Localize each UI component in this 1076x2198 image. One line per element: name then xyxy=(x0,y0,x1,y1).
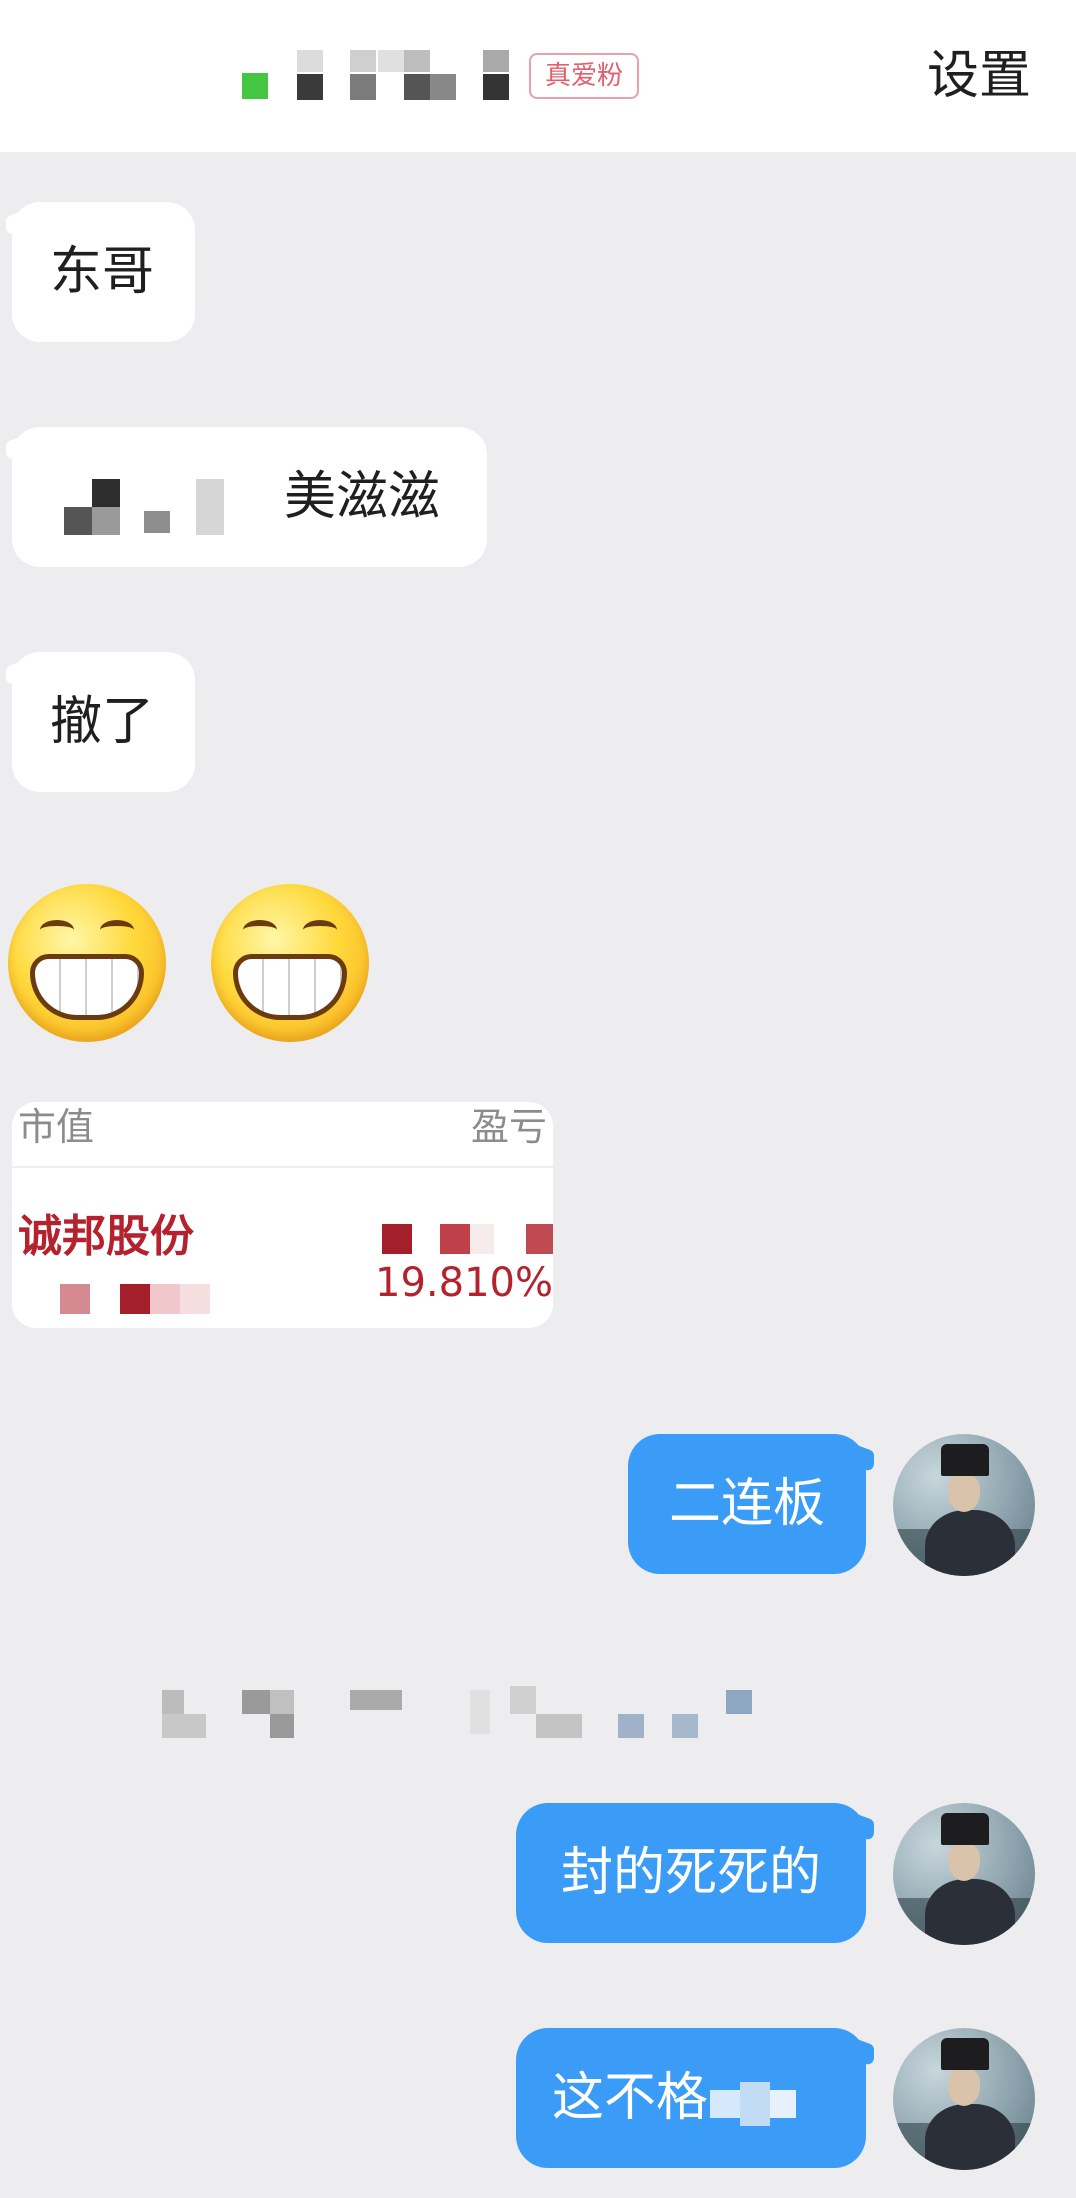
message-text: 美滋滋 xyxy=(284,467,441,527)
stock-name: 诚邦股份 xyxy=(18,1211,194,1262)
user-avatar[interactable] xyxy=(893,2028,1035,2170)
user-avatar[interactable] xyxy=(893,1434,1035,1576)
message-bubble-outgoing[interactable]: 二连板 xyxy=(628,1434,874,1574)
obscured-text xyxy=(52,479,252,539)
message-bubble-outgoing[interactable]: 这不格 xyxy=(516,2028,874,2168)
message-text: 东哥 xyxy=(50,242,155,302)
column-label-pnl: 盈亏 xyxy=(470,1105,547,1149)
message-text: 撤了 xyxy=(50,692,155,752)
grinning-face-icon xyxy=(8,884,166,1042)
stock-percent: 19.810% xyxy=(375,1260,553,1306)
column-label-market-value: 市值 xyxy=(18,1105,95,1149)
message-text: 封的死死的 xyxy=(560,1843,821,1903)
message-bubble-incoming[interactable]: 撤了 xyxy=(6,652,195,792)
grinning-face-icon xyxy=(211,884,369,1042)
message-bubble-incoming[interactable]: 美滋滋 xyxy=(6,427,487,567)
message-bubble-outgoing[interactable]: 封的死死的 xyxy=(516,1803,874,1943)
settings-button[interactable]: 设置 xyxy=(927,46,1031,106)
message-text: 这不格 xyxy=(552,2068,709,2128)
obscured-value xyxy=(42,1284,262,1316)
fan-badge: 真爱粉 xyxy=(529,53,639,99)
obscured-system-notice xyxy=(140,1686,760,1742)
message-text: 二连板 xyxy=(668,1474,825,1534)
stock-header-row: 市值 盈亏 xyxy=(12,1102,553,1168)
chat-header: 真爱粉 设置 xyxy=(0,0,1076,152)
obscured-value xyxy=(370,1224,553,1256)
user-avatar[interactable] xyxy=(893,1803,1035,1945)
contact-name-obscured xyxy=(240,48,515,108)
message-bubble-incoming[interactable]: 东哥 xyxy=(6,202,195,342)
obscured-text xyxy=(710,2082,800,2126)
stock-screenshot-image[interactable]: 市值 盈亏 诚邦股份 19.810% xyxy=(12,1102,553,1328)
